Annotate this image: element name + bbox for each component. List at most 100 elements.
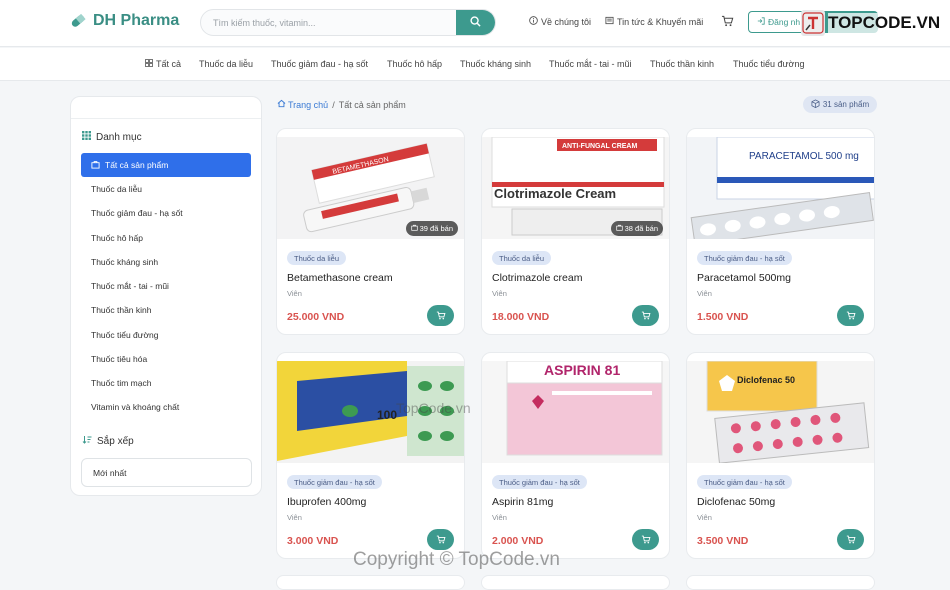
product-name[interactable]: Betamethasone cream — [287, 272, 393, 284]
product-card-betamethasone[interactable]: BETAMETHASON 39 đã bán Thuốc da liễu Bet… — [276, 128, 465, 335]
category-tab-diabetes[interactable]: Thuốc tiểu đường — [733, 59, 804, 69]
cart-icon — [436, 533, 446, 547]
product-card-aspirin[interactable]: ASPIRIN 81 Thuốc giảm đau - hạ sốt Aspir… — [481, 352, 670, 559]
category-tag: Thuốc giảm đau - hạ sốt — [492, 475, 587, 489]
category-tab-all[interactable]: Tất cả — [145, 59, 181, 69]
news-label: Tin tức & Khuyến mãi — [617, 16, 704, 27]
product-card-clotrimazole[interactable]: ANTI-FUNGAL CREAM Clotrimazole Cream 38 … — [481, 128, 670, 335]
product-name[interactable]: Aspirin 81mg — [492, 496, 553, 508]
category-heading: Danh mục — [82, 131, 142, 143]
product-card-paracetamol[interactable]: PARACETAMOL 500 mg Thuốc giảm đau - hạ s… — [686, 128, 875, 335]
sidebar-item-antibiotics[interactable]: Thuốc kháng sinh — [81, 252, 251, 272]
sold-badge: 39 đã bán — [405, 221, 458, 236]
add-to-cart-button[interactable] — [837, 305, 864, 326]
home-icon — [277, 99, 286, 110]
sold-badge: 38 đã bán — [610, 221, 663, 236]
category-tab-label: Tất cả — [156, 59, 182, 69]
box-icon — [811, 99, 820, 110]
sidebar-item-eye-ear-nose[interactable]: Thuốc mắt - tai - mũi — [81, 276, 251, 296]
sidebar-item-neurology[interactable]: Thuốc thần kinh — [81, 300, 251, 320]
product-name[interactable]: Clotrimazole cream — [492, 272, 582, 284]
add-to-cart-button[interactable] — [837, 529, 864, 550]
topcode-logo-text: TOPCODE.VN — [828, 13, 941, 33]
category-tab-respiratory[interactable]: Thuốc hô hấp — [387, 59, 442, 69]
cart-icon — [846, 309, 856, 323]
product-price: 25.000 VND — [287, 311, 345, 323]
sidebar-item-cardiovascular[interactable]: Thuốc tim mạch — [81, 373, 251, 393]
box-subtitle: ANTI-FUNGAL CREAM — [562, 143, 637, 150]
product-unit: Viên — [492, 289, 507, 298]
brand-logo[interactable]: DH Pharma — [69, 12, 179, 30]
cart-link[interactable] — [721, 15, 734, 29]
category-tab-neurology[interactable]: Thuốc thần kinh — [650, 59, 714, 69]
cart-icon — [846, 533, 856, 547]
sidebar-item-pain-fever[interactable]: Thuốc giảm đau - hạ sốt — [81, 203, 251, 223]
box-label: 100 — [377, 408, 397, 422]
sidebar-item-digestive[interactable]: Thuốc tiêu hóa — [81, 349, 251, 369]
category-tab-eye-ear-nose[interactable]: Thuốc mắt - tai - mũi — [549, 59, 632, 69]
category-tag: Thuốc giảm đau - hạ sốt — [697, 251, 792, 265]
product-name[interactable]: Paracetamol 500mg — [697, 272, 791, 284]
bag-icon — [410, 224, 418, 233]
topcode-logo-icon — [801, 10, 825, 36]
breadcrumb-home-label: Trang chủ — [288, 99, 329, 110]
product-price: 18.000 VND — [492, 311, 550, 323]
breadcrumb-home[interactable]: Trang chủ — [277, 99, 328, 110]
category-nav: Tất cả Thuốc da liễu Thuốc giảm đau - hạ… — [0, 48, 950, 81]
search-button[interactable] — [456, 10, 495, 35]
box-label: Clotrimazole Cream — [494, 186, 616, 201]
add-to-cart-button[interactable] — [632, 529, 659, 550]
product-name[interactable]: Ibuprofen 400mg — [287, 496, 366, 508]
bag-icon — [91, 160, 100, 171]
top-header: DH Pharma Về chúng tôi Tin tức & Khuyến … — [0, 0, 950, 47]
product-unit: Viên — [492, 513, 507, 522]
box-label: Diclofenac 50 — [737, 375, 795, 385]
product-card-diclofenac[interactable]: Diclofenac 50 Thuốc giảm đau - hạ sốt Di… — [686, 352, 875, 559]
product-unit: Viên — [287, 513, 302, 522]
product-name[interactable]: Diclofenac 50mg — [697, 496, 775, 508]
copyright-watermark: Copyright © TopCode.vn — [353, 549, 560, 570]
product-card-partial[interactable] — [686, 575, 875, 590]
newspaper-icon — [605, 16, 614, 27]
news-link[interactable]: Tin tức & Khuyến mãi — [605, 16, 703, 27]
product-card-ibuprofen[interactable]: 100 Thuốc giảm đau - hạ sốt Ibuprofen 40… — [276, 352, 465, 559]
add-to-cart-button[interactable] — [632, 305, 659, 326]
sold-count: 39 đã bán — [419, 224, 453, 233]
sidebar-item-dermatology[interactable]: Thuốc da liễu — [81, 179, 251, 199]
add-to-cart-button[interactable] — [427, 529, 454, 550]
add-to-cart-button[interactable] — [427, 305, 454, 326]
cart-icon — [436, 309, 446, 323]
category-tab-pain-fever[interactable]: Thuốc giảm đau - hạ sốt — [271, 59, 368, 69]
login-icon — [757, 17, 765, 27]
search-bar — [200, 9, 496, 36]
category-tab-dermatology[interactable]: Thuốc da liễu — [199, 59, 253, 69]
product-image: ASPIRIN 81 — [482, 361, 669, 463]
category-tab-antibiotics[interactable]: Thuốc kháng sinh — [460, 59, 531, 69]
sold-count: 38 đã bán — [624, 224, 658, 233]
search-input[interactable] — [201, 10, 451, 35]
login-button[interactable]: Đăng nh — [748, 11, 806, 33]
category-tag: Thuốc giảm đau - hạ sốt — [697, 475, 792, 489]
product-price: 2.000 VND — [492, 535, 544, 547]
cart-icon — [641, 533, 651, 547]
cart-icon — [641, 309, 651, 323]
sidebar-item-diabetes[interactable]: Thuốc tiểu đường — [81, 325, 251, 345]
sidebar-item-vitamins[interactable]: Vitamin và khoáng chất — [81, 397, 251, 417]
sort-select[interactable]: Mới nhất — [81, 458, 252, 487]
sidebar-divider — [71, 118, 261, 119]
product-card-partial[interactable] — [276, 575, 465, 590]
product-card-partial[interactable] — [481, 575, 670, 590]
category-tag: Thuốc giảm đau - hạ sốt — [287, 475, 382, 489]
grid-icon — [145, 59, 153, 69]
filter-sidebar: Danh mục Tất cả sản phẩm Thuốc da liễu T… — [70, 96, 262, 496]
product-price: 1.500 VND — [697, 311, 749, 323]
about-link[interactable]: Về chúng tôi — [529, 16, 591, 27]
sidebar-item-respiratory[interactable]: Thuốc hô hấp — [81, 228, 251, 248]
sidebar-item-all-products[interactable]: Tất cả sản phẩm — [81, 153, 251, 177]
search-icon — [470, 15, 481, 30]
product-count-badge: 31 sản phẩm — [803, 96, 877, 113]
breadcrumb-current: Tất cả sản phẩm — [338, 99, 406, 110]
bag-icon — [615, 224, 623, 233]
cart-icon — [721, 15, 734, 29]
category-tag: Thuốc da liễu — [287, 251, 347, 265]
